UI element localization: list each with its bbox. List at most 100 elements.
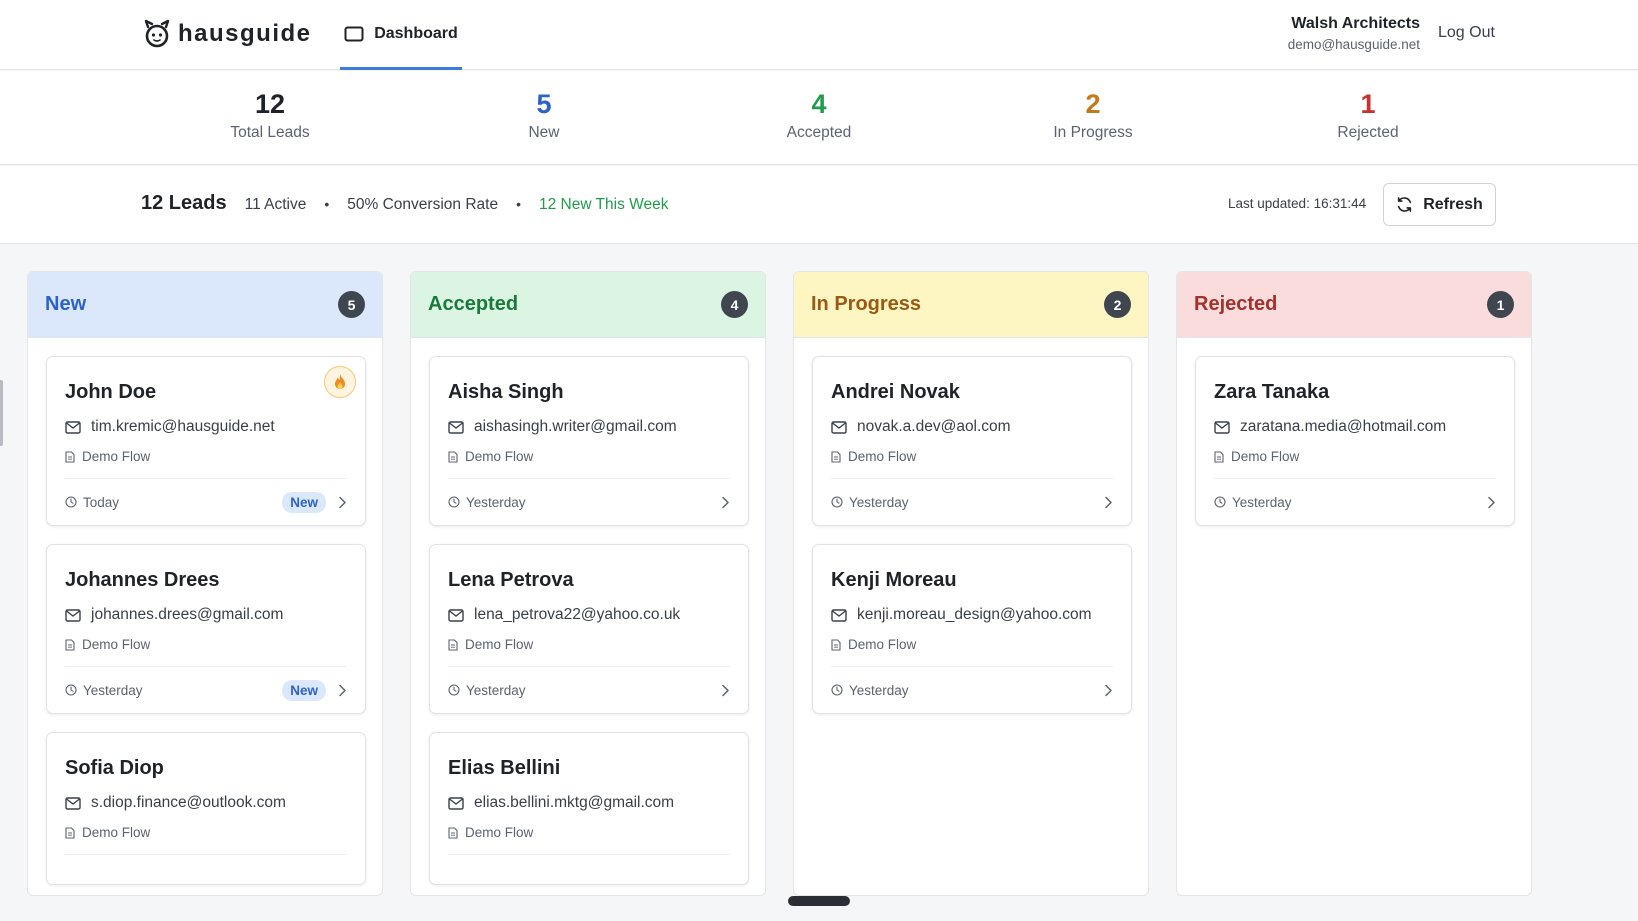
account-email: demo@hausguide.net xyxy=(1287,37,1420,52)
lead-flow-text: Demo Flow xyxy=(82,637,151,652)
stat-value: 4 xyxy=(811,89,827,119)
stat-label: In Progress xyxy=(1053,124,1133,141)
lead-email-text: tim.kremic@hausguide.net xyxy=(91,418,275,435)
stat-in-progress: 2 In Progress xyxy=(993,89,1193,142)
clock-icon xyxy=(448,496,460,508)
lead-time-text: Yesterday xyxy=(1232,494,1292,510)
lead-time-text: Yesterday xyxy=(849,494,909,510)
lead-card[interactable]: Johannes Drees johannes.drees@gmail.com … xyxy=(46,544,366,714)
column-count-badge: 2 xyxy=(1104,291,1131,318)
lead-email-text: zaratana.media@hotmail.com xyxy=(1240,418,1447,435)
lead-email: aishasingh.writer@gmail.com xyxy=(448,418,730,436)
lead-flow-text: Demo Flow xyxy=(82,449,151,464)
open-lead-chevron[interactable] xyxy=(338,496,347,509)
separator-dot: • xyxy=(324,196,330,212)
card-actions xyxy=(721,496,730,509)
open-lead-chevron[interactable] xyxy=(721,496,730,509)
column-body: Andrei Novak novak.a.dev@aol.com Demo Fl… xyxy=(794,338,1148,714)
lead-email: elias.bellini.mktg@gmail.com xyxy=(448,794,730,812)
lead-time: Yesterday xyxy=(448,495,526,510)
refresh-icon xyxy=(1398,197,1412,212)
card-actions: New xyxy=(282,679,347,701)
card-footer xyxy=(448,854,730,884)
lead-time: Yesterday xyxy=(1214,495,1292,510)
refresh-button[interactable]: Refresh xyxy=(1383,183,1496,226)
top-nav: hausguide Dashboard Walsh Architects dem… xyxy=(0,0,1638,70)
lead-time-text: Yesterday xyxy=(83,682,143,698)
lead-card[interactable]: John Doe tim.kremic@hausguide.net Demo F… xyxy=(46,356,366,526)
open-lead-chevron[interactable] xyxy=(1104,684,1113,697)
lead-email: lena_petrova22@yahoo.co.uk xyxy=(448,606,730,624)
stats-bar: 12 Total Leads 5 New 4 Accepted 2 In Pro… xyxy=(0,71,1638,165)
stat-label: Accepted xyxy=(786,124,852,141)
refresh-label: Refresh xyxy=(1423,195,1483,213)
open-lead-chevron[interactable] xyxy=(1104,496,1113,509)
open-lead-chevron[interactable] xyxy=(721,684,730,697)
lead-card[interactable]: Aisha Singh aishasingh.writer@gmail.com … xyxy=(429,356,749,526)
account-info: Walsh Architects demo@hausguide.net xyxy=(1288,15,1420,52)
document-icon xyxy=(65,638,75,651)
lead-card[interactable]: Elias Bellini elias.bellini.mktg@gmail.c… xyxy=(429,732,749,885)
account-name: Walsh Architects xyxy=(1291,15,1420,32)
new-this-week: 12 New This Week xyxy=(538,196,669,213)
mail-icon xyxy=(831,608,847,622)
lead-time-text: Today xyxy=(83,494,120,510)
lead-time: Yesterday xyxy=(831,683,909,698)
card-actions xyxy=(1104,496,1113,509)
card-actions xyxy=(1487,496,1496,509)
tab-dashboard[interactable]: Dashboard xyxy=(340,0,462,70)
hot-lead-badge xyxy=(324,366,356,398)
card-footer: Yesterday xyxy=(831,666,1113,713)
column-body: John Doe tim.kremic@hausguide.net Demo F… xyxy=(28,338,382,885)
lead-flow-text: Demo Flow xyxy=(848,449,917,464)
lead-card[interactable]: Lena Petrova lena_petrova22@yahoo.co.uk … xyxy=(429,544,749,714)
lead-flow: Demo Flow xyxy=(448,449,730,464)
card-actions xyxy=(721,684,730,697)
mail-icon xyxy=(65,608,81,622)
stat-label: New xyxy=(528,124,560,141)
document-icon xyxy=(65,450,75,463)
lead-flow-text: Demo Flow xyxy=(465,825,534,840)
horizontal-scrollbar[interactable] xyxy=(788,896,850,906)
column-header: Accepted 4 xyxy=(411,272,765,338)
logo[interactable]: hausguide xyxy=(142,18,312,50)
clock-icon xyxy=(448,684,460,696)
lead-card[interactable]: Kenji Moreau kenji.moreau_design@yahoo.c… xyxy=(812,544,1132,714)
lead-email: novak.a.dev@aol.com xyxy=(831,418,1113,436)
card-footer: Yesterday xyxy=(1214,478,1496,525)
lead-time-text: Yesterday xyxy=(466,682,526,698)
lead-email-text: aishasingh.writer@gmail.com xyxy=(474,418,677,435)
status-badge: New xyxy=(282,491,326,513)
lead-time: Yesterday xyxy=(831,495,909,510)
column-title: In Progress xyxy=(811,293,922,315)
document-icon xyxy=(831,638,841,651)
lead-card[interactable]: Andrei Novak novak.a.dev@aol.com Demo Fl… xyxy=(812,356,1132,526)
lead-name: Aisha Singh xyxy=(448,381,564,403)
lead-name: Lena Petrova xyxy=(448,569,574,591)
mail-icon xyxy=(65,796,81,810)
stat-label: Rejected xyxy=(1337,124,1399,141)
stat-total-leads: 12 Total Leads xyxy=(170,89,370,142)
document-icon xyxy=(448,450,458,463)
lead-flow-text: Demo Flow xyxy=(465,637,534,652)
side-drawer-handle[interactable] xyxy=(0,380,3,446)
lead-card[interactable]: Zara Tanaka zaratana.media@hotmail.com D… xyxy=(1195,356,1515,526)
logout-button[interactable]: Log Out xyxy=(1438,24,1495,42)
card-actions: New xyxy=(282,491,347,513)
lead-card[interactable]: Sofia Diop s.diop.finance@outlook.com De… xyxy=(46,732,366,885)
open-lead-chevron[interactable] xyxy=(338,684,347,697)
column-rejected: Rejected 1 Zara Tanaka zaratana.media@ho… xyxy=(1176,271,1532,896)
clock-icon xyxy=(1214,496,1226,508)
lead-name: Elias Bellini xyxy=(448,757,561,779)
lead-email-text: kenji.moreau_design@yahoo.com xyxy=(857,606,1092,623)
card-footer xyxy=(65,854,347,884)
mail-icon xyxy=(448,420,464,434)
open-lead-chevron[interactable] xyxy=(1487,496,1496,509)
lead-flow-text: Demo Flow xyxy=(82,825,151,840)
lead-email-text: johannes.drees@gmail.com xyxy=(91,606,284,623)
card-footer: Yesterday xyxy=(831,478,1113,525)
lead-flow: Demo Flow xyxy=(831,637,1113,652)
column-new: New 5 John Doe tim.kremic@hausguide.net … xyxy=(27,271,383,896)
lead-email-text: s.diop.finance@outlook.com xyxy=(91,794,286,811)
lead-flow: Demo Flow xyxy=(448,825,730,840)
